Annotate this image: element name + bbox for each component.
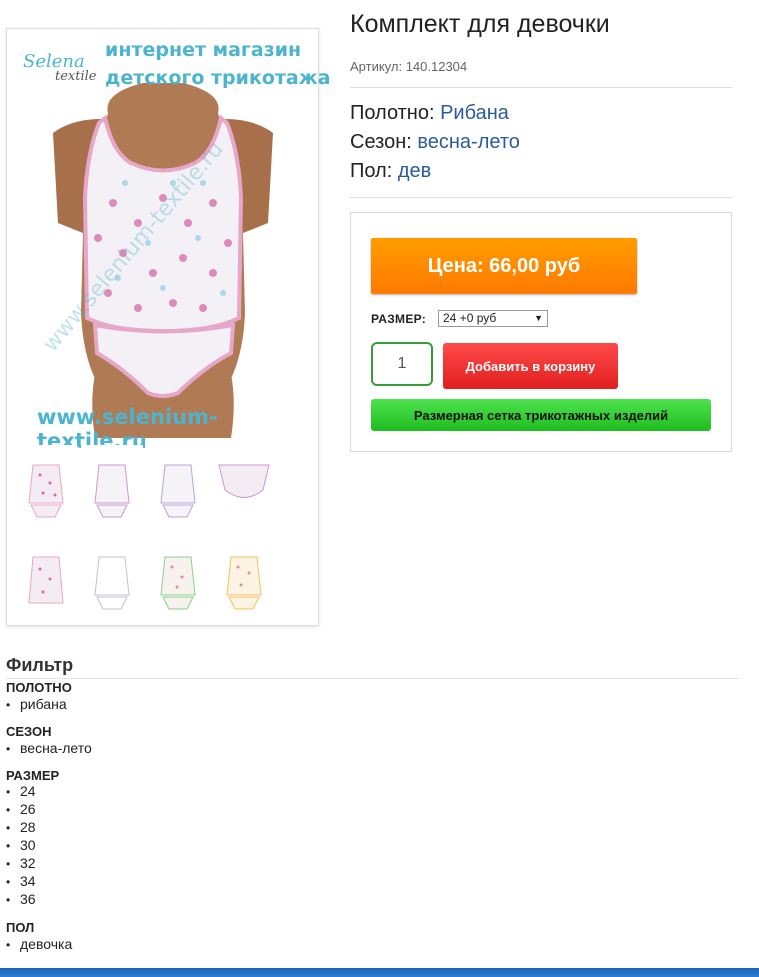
thumbnail-1[interactable]	[15, 445, 77, 531]
filter-item[interactable]: 28	[6, 818, 36, 836]
filter-item[interactable]: весна-лето	[6, 739, 92, 757]
brand-logo-sub: textile	[55, 69, 97, 84]
divider	[350, 87, 732, 88]
filter-list-size: 24 26 28 30 32 34 36	[6, 782, 36, 908]
thumbnail-2[interactable]	[81, 445, 143, 531]
property-fabric: Полотно: Рибана	[350, 102, 509, 125]
buy-box: Цена: 66,00 руб РАЗМЕР: 24 +0 руб ▼ 1 До…	[350, 212, 732, 452]
filter-group-size: РАЗМЕР	[6, 768, 60, 783]
filter-item[interactable]: 34	[6, 872, 36, 890]
filter-item[interactable]: 26	[6, 800, 36, 818]
divider	[6, 678, 739, 679]
filter-list-season: весна-лето	[6, 739, 92, 757]
filter-list-fabric: рибана	[6, 695, 67, 713]
product-image-card: www.selenium-textile.ru Selena textile и…	[6, 28, 331, 626]
filter-item[interactable]: 32	[6, 854, 36, 872]
thumbnail-8[interactable]	[213, 537, 275, 623]
filter-title: Фильтр	[6, 655, 74, 675]
filter-item[interactable]: 30	[6, 836, 36, 854]
filter-item[interactable]: девочка	[6, 935, 72, 953]
thumbnail-5[interactable]	[15, 537, 77, 623]
filter-item[interactable]: 36	[6, 890, 36, 908]
filter-group-gender: ПОЛ	[6, 920, 35, 935]
quantity-input[interactable]: 1	[371, 342, 433, 386]
property-gender-label: Пол:	[350, 160, 393, 182]
size-chart-button[interactable]: Размерная сетка трикотажных изделий	[371, 399, 711, 431]
size-select[interactable]: 24 +0 руб ▼	[438, 310, 548, 327]
filter-item[interactable]: 24	[6, 782, 36, 800]
property-fabric-value[interactable]: Рибана	[440, 102, 509, 124]
filter-list-gender: девочка	[6, 935, 72, 953]
filter-group-fabric: ПОЛОТНО	[6, 680, 72, 695]
property-gender: Пол: дев	[350, 160, 431, 183]
property-fabric-label: Полотно:	[350, 102, 435, 124]
add-to-cart-button[interactable]: Добавить в корзину	[443, 343, 618, 389]
property-season-label: Сезон:	[350, 131, 412, 153]
thumbnail-7[interactable]	[147, 537, 209, 623]
property-season-value[interactable]: весна-лето	[417, 131, 520, 153]
property-gender-value[interactable]: дев	[398, 160, 431, 182]
brand-tagline-2: детского трикотажа	[105, 67, 331, 89]
product-sku: Артикул: 140.12304	[350, 59, 468, 74]
product-main-photo[interactable]: www.selenium-textile.ru	[13, 33, 313, 438]
size-select-value: 24 +0 руб	[443, 311, 497, 325]
product-title: Комплект для девочки	[350, 10, 610, 38]
taskbar	[0, 968, 759, 977]
size-label: РАЗМЕР:	[371, 312, 427, 326]
price-button[interactable]: Цена: 66,00 руб	[371, 238, 637, 294]
property-season: Сезон: весна-лето	[350, 131, 520, 154]
brand-tagline-1: интернет магазин	[105, 39, 302, 61]
divider	[350, 197, 732, 198]
chevron-down-icon: ▼	[534, 313, 543, 323]
filter-item[interactable]: рибана	[6, 695, 67, 713]
thumbnail-6[interactable]	[81, 537, 143, 623]
filter-group-season: СЕЗОН	[6, 724, 52, 739]
thumbnail-3[interactable]	[147, 445, 209, 531]
thumbnail-4[interactable]	[213, 445, 275, 531]
